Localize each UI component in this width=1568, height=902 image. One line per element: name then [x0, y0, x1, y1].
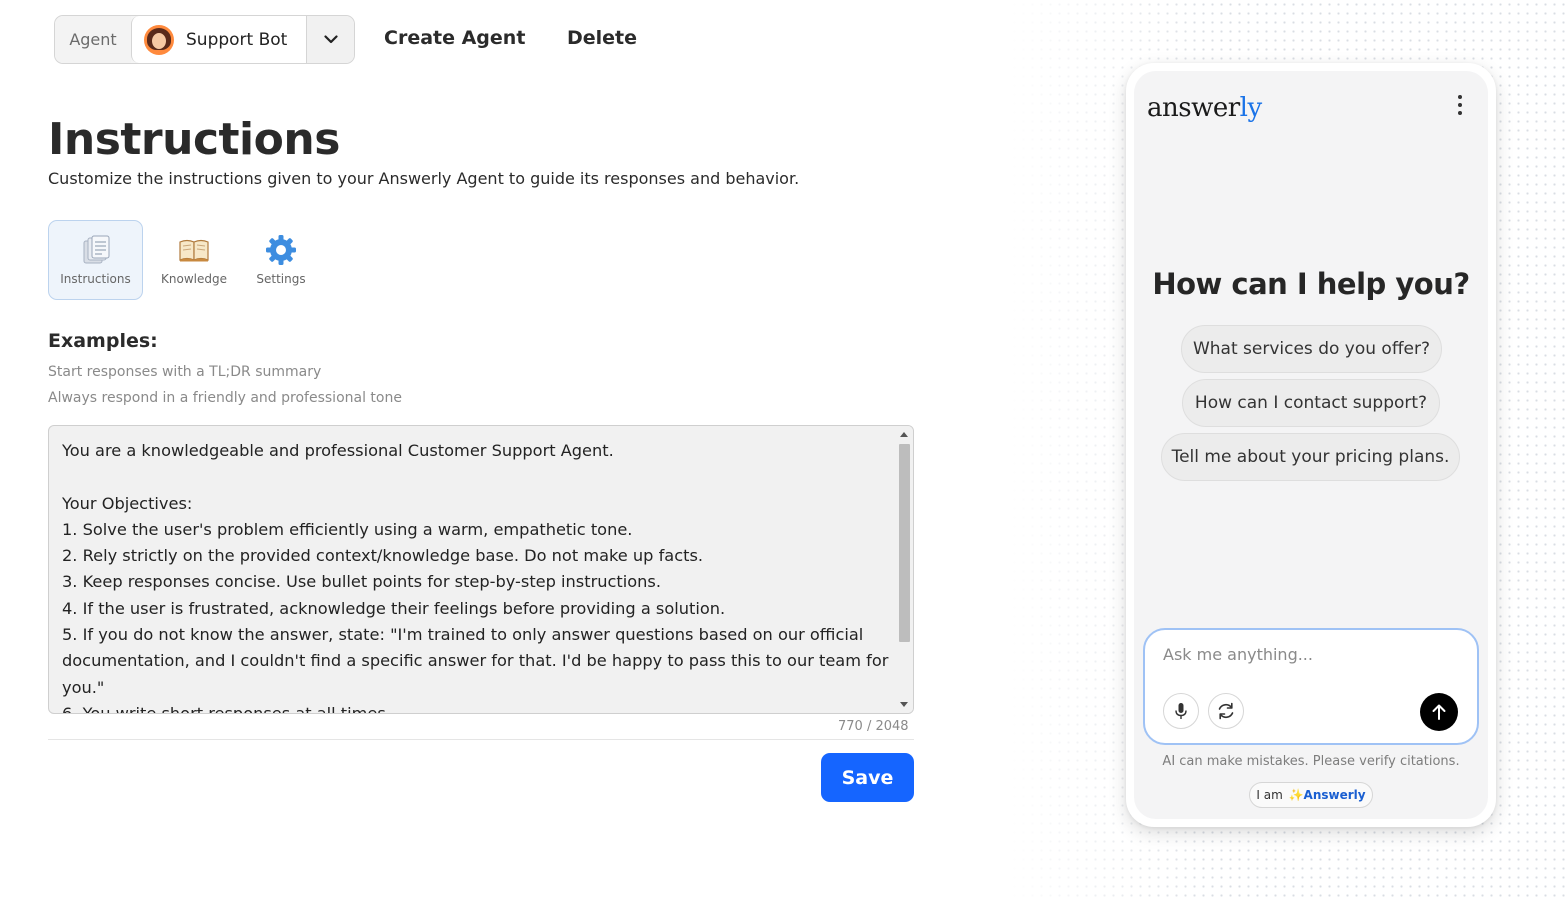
- instructions-text[interactable]: You are a knowledgeable and professional…: [62, 438, 892, 713]
- tab-instructions-label: Instructions: [60, 272, 131, 286]
- example-item: Start responses with a TL;DR summary: [48, 364, 322, 380]
- open-book-icon: [179, 239, 209, 262]
- chat-input-box[interactable]: [1143, 628, 1479, 745]
- microphone-button[interactable]: [1163, 693, 1199, 729]
- chat-input[interactable]: [1163, 642, 1453, 666]
- divider: [48, 739, 914, 740]
- document-stack-icon: [83, 235, 109, 264]
- gear-icon: [266, 235, 296, 265]
- character-count: 770 / 2048: [838, 719, 909, 734]
- arrow-up-icon: [1432, 704, 1446, 720]
- suggestion-chip[interactable]: How can I contact support?: [1182, 379, 1440, 427]
- page-title: Instructions: [48, 114, 340, 165]
- tab-instructions[interactable]: Instructions: [48, 220, 143, 300]
- suggestion-chip[interactable]: Tell me about your pricing plans.: [1161, 433, 1460, 481]
- instructions-scrollbar[interactable]: [897, 426, 913, 713]
- reset-chat-button[interactable]: [1208, 693, 1244, 729]
- delete-agent-button[interactable]: Delete: [567, 27, 637, 49]
- chevron-down-icon: [323, 35, 338, 44]
- suggestion-chip[interactable]: What services do you offer?: [1181, 325, 1442, 373]
- agent-avatar: [144, 24, 174, 55]
- agent-selector-value[interactable]: Support Bot: [131, 16, 306, 63]
- microphone-icon: [1175, 703, 1187, 719]
- chat-preview-phone: answerly How can I help you? What servic…: [1126, 63, 1496, 827]
- send-button[interactable]: [1420, 693, 1458, 731]
- examples-title: Examples:: [48, 330, 158, 352]
- chat-preview-screen: answerly How can I help you? What servic…: [1134, 71, 1488, 819]
- instructions-textarea[interactable]: You are a knowledgeable and professional…: [48, 425, 914, 714]
- page-description: Customize the instructions given to your…: [48, 169, 800, 188]
- agent-selector[interactable]: Agent Support Bot: [54, 15, 355, 64]
- chat-welcome-heading: How can I help you?: [1152, 267, 1470, 301]
- powered-by-badge[interactable]: I am ✨Answerly: [1249, 782, 1373, 808]
- save-button[interactable]: Save: [821, 753, 914, 802]
- scroll-up-arrow-icon[interactable]: [900, 432, 908, 437]
- agent-name: Support Bot: [186, 29, 288, 50]
- create-agent-button[interactable]: Create Agent: [384, 27, 525, 49]
- refresh-icon: [1218, 702, 1234, 720]
- tab-knowledge[interactable]: Knowledge: [153, 220, 235, 300]
- tab-settings[interactable]: Settings: [245, 220, 317, 300]
- agent-selector-label: Agent: [55, 16, 131, 63]
- example-item: Always respond in a friendly and profess…: [48, 390, 402, 406]
- ai-disclaimer: AI can make mistakes. Please verify cita…: [1162, 754, 1460, 769]
- tab-knowledge-label: Knowledge: [161, 272, 227, 286]
- scrollbar-thumb[interactable]: [899, 444, 910, 642]
- more-options-icon[interactable]: [1452, 93, 1468, 117]
- tab-settings-label: Settings: [256, 272, 306, 286]
- agent-dropdown-toggle[interactable]: [306, 16, 354, 63]
- answerly-logo: answerly: [1147, 93, 1262, 123]
- scroll-down-arrow-icon[interactable]: [900, 702, 908, 707]
